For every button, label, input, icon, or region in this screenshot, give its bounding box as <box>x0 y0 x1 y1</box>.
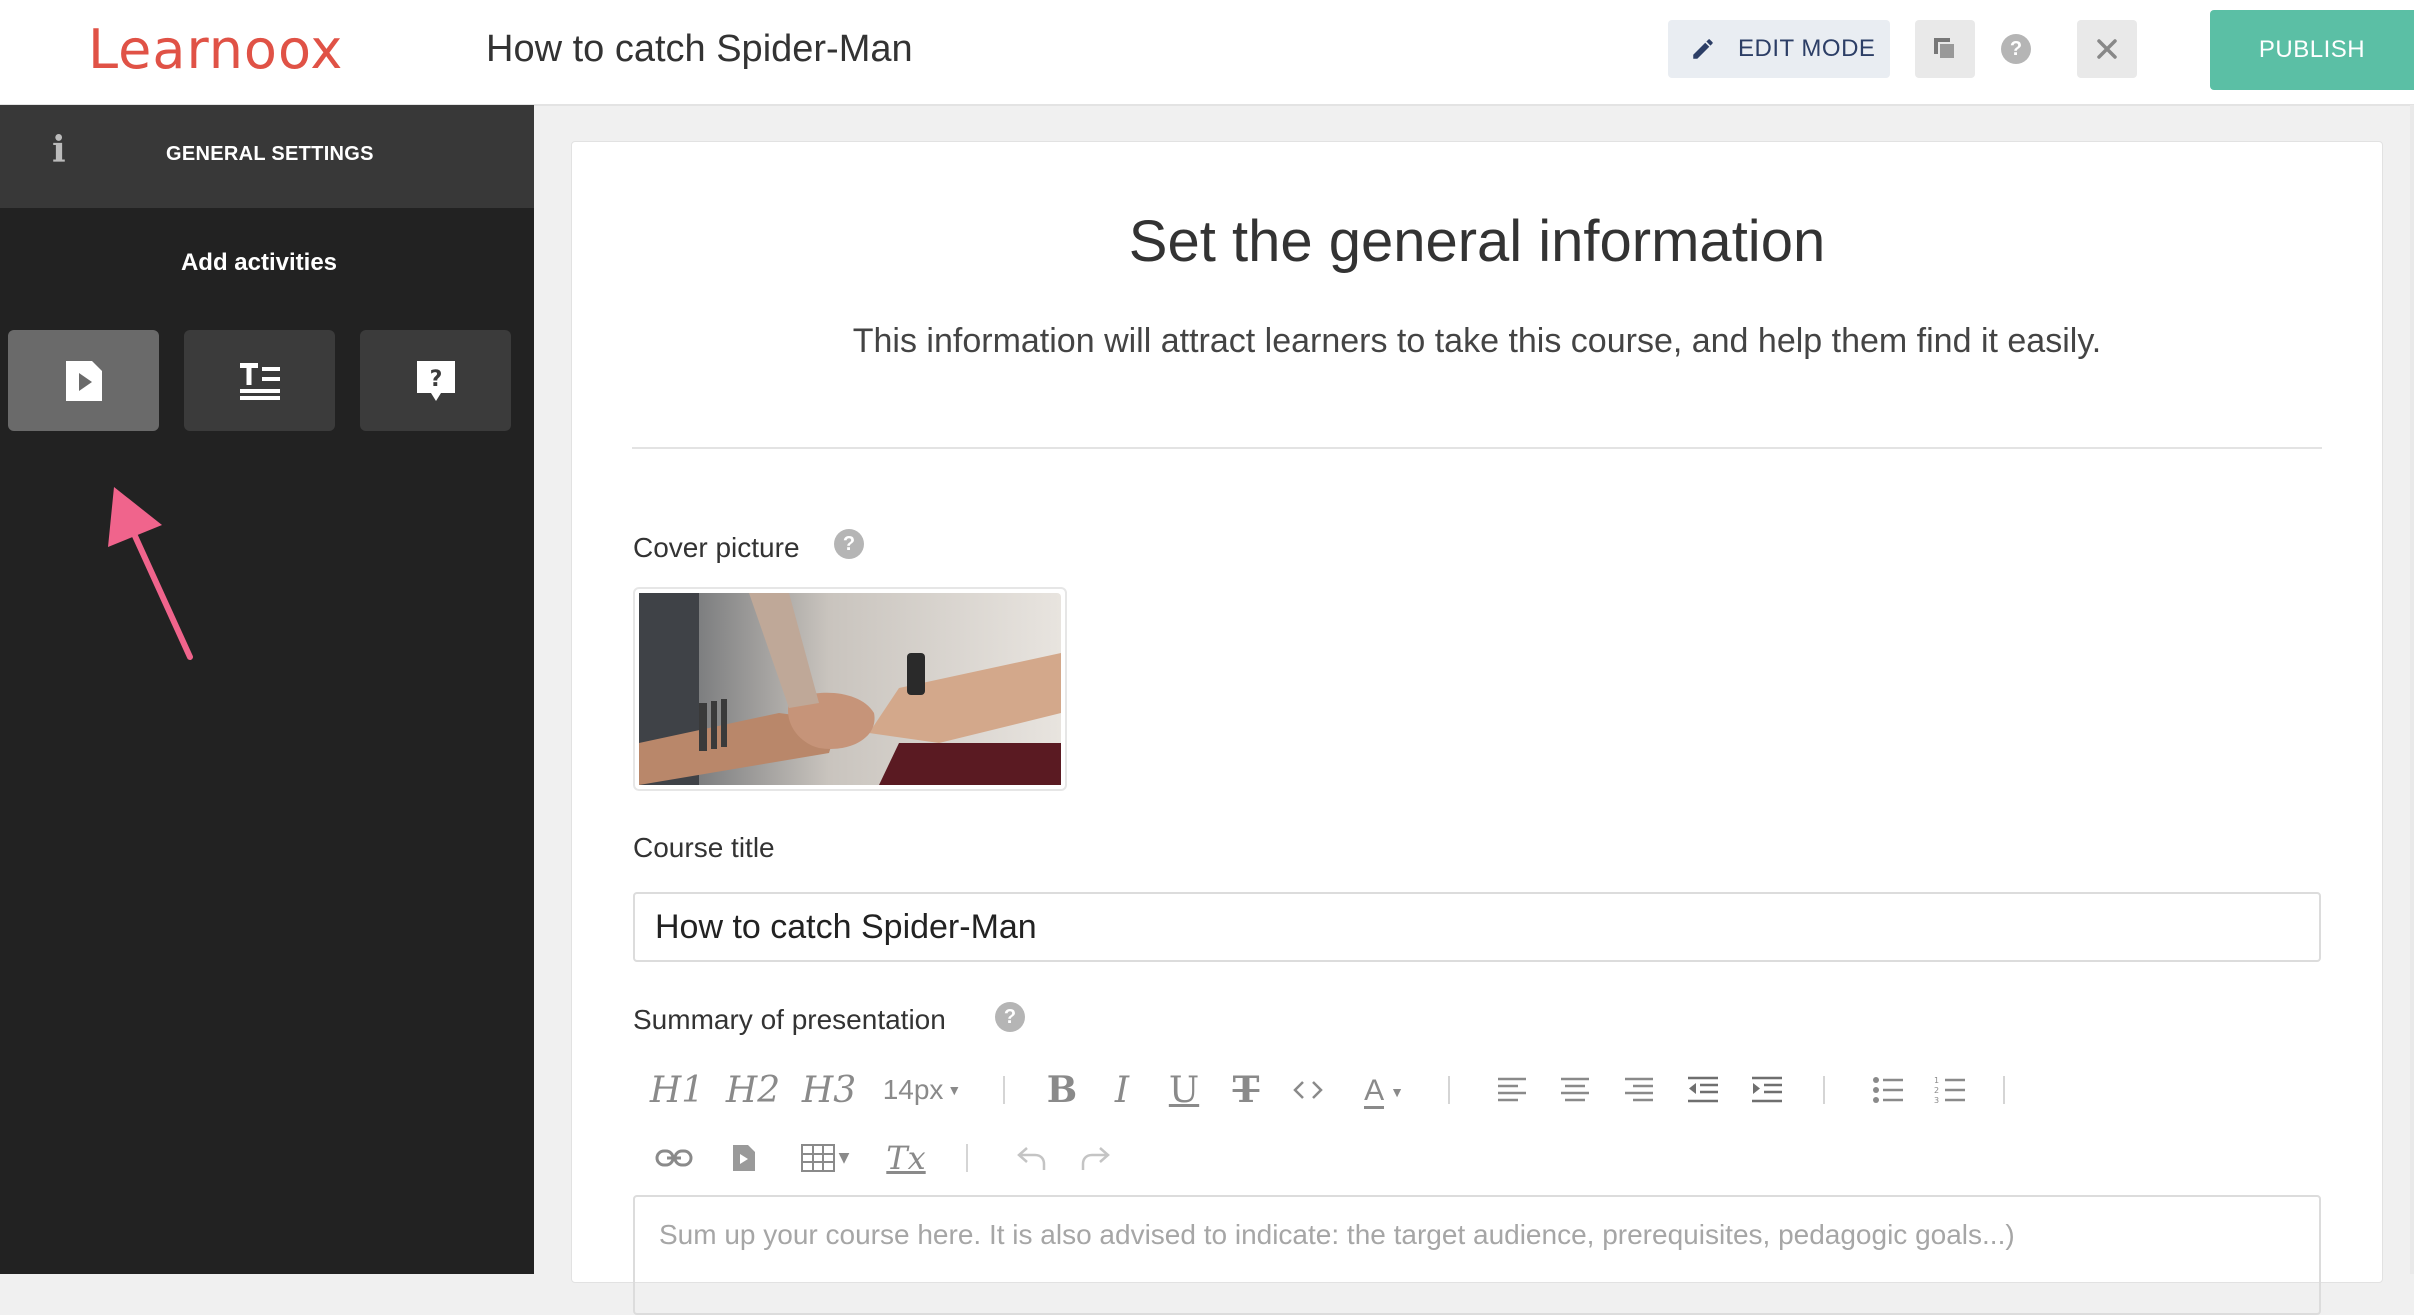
pointer-arrow <box>108 487 193 660</box>
numbered-list-button[interactable]: 123 <box>1930 1070 1970 1110</box>
logo[interactable]: Learnoox <box>88 18 343 81</box>
caret-down-icon: ▼ <box>838 1150 850 1166</box>
course-title-label: Course title <box>633 832 775 863</box>
edit-mode-button[interactable]: EDIT MODE <box>1668 20 1890 78</box>
strikethrough-label: T <box>1232 1069 1260 1111</box>
caret-down-icon: ▼ <box>947 1082 962 1098</box>
heading3-label: H3 <box>801 1069 857 1111</box>
code-icon <box>1293 1081 1323 1099</box>
italic-label: I <box>1114 1069 1130 1111</box>
clear-format-button[interactable]: Tx <box>880 1138 932 1178</box>
text-color-label: A <box>1364 1073 1385 1109</box>
heading1-button[interactable]: H1 <box>649 1069 705 1111</box>
page-subtitle: This information will attract learners t… <box>852 322 2102 360</box>
add-text-activity-button[interactable] <box>184 330 335 431</box>
course-name: How to catch Spider-Man <box>486 28 913 70</box>
indent-button[interactable] <box>1747 1070 1787 1110</box>
preview-icon <box>1934 38 1956 60</box>
add-video-activity-button[interactable] <box>8 330 159 431</box>
bold-label: B <box>1046 1069 1078 1111</box>
table-icon <box>800 1144 835 1172</box>
edit-mode-label: EDIT MODE <box>1738 35 1876 62</box>
cover-picture[interactable] <box>633 587 1067 791</box>
preview-button[interactable] <box>1915 20 1975 78</box>
align-left-icon <box>1498 1077 1526 1102</box>
toolbar-separator <box>966 1144 968 1172</box>
font-size-select[interactable]: 14px ▼ <box>877 1070 967 1110</box>
bullet-list-button[interactable] <box>1868 1070 1908 1110</box>
cover-help-icon[interactable]: ? <box>834 529 864 559</box>
svg-text:?: ? <box>429 367 442 392</box>
video-activity-icon <box>65 360 102 401</box>
redo-button[interactable] <box>1075 1138 1115 1178</box>
heading2-button[interactable]: H2 <box>725 1069 781 1111</box>
summary-help-icon[interactable]: ? <box>995 1002 1025 1032</box>
text-activity-icon <box>239 362 280 400</box>
page-title: Set the general information <box>1128 209 1826 274</box>
clear-format-label: Tx <box>886 1139 926 1177</box>
svg-text:3: 3 <box>1934 1096 1939 1104</box>
svg-text:2: 2 <box>1934 1086 1939 1095</box>
cover-image-icon <box>639 593 1061 785</box>
general-info-card: Set the general information This informa… <box>571 141 2383 1315</box>
undo-button[interactable] <box>1012 1138 1052 1178</box>
cover-picture-label: Cover picture <box>633 532 800 563</box>
summary-label: Summary of presentation <box>633 1004 946 1035</box>
divider <box>632 447 2322 449</box>
close-button[interactable] <box>2077 20 2137 78</box>
align-right-icon <box>1625 1077 1653 1102</box>
align-left-button[interactable] <box>1492 1070 1532 1110</box>
close-icon <box>2097 39 2117 59</box>
strikethrough-button[interactable]: T <box>1226 1069 1266 1111</box>
info-icon: i <box>52 129 66 171</box>
help-button[interactable]: ? <box>1986 20 2046 78</box>
redo-icon <box>1081 1147 1110 1170</box>
outdent-button[interactable] <box>1683 1070 1723 1110</box>
sidebar: i GENERAL SETTINGS Add activities ? <box>0 105 534 1274</box>
align-center-button[interactable] <box>1555 1070 1595 1110</box>
toolbar-separator <box>2003 1076 2005 1104</box>
underline-button[interactable]: U <box>1164 1069 1204 1111</box>
caret-down-icon: ▼ <box>1390 1084 1404 1100</box>
insert-video-button[interactable] <box>724 1138 764 1178</box>
toolbar-separator <box>1003 1076 1005 1104</box>
underline-label: U <box>1168 1069 1200 1111</box>
undo-icon <box>1017 1147 1046 1170</box>
outdent-icon <box>1688 1076 1718 1103</box>
bullet-list-icon <box>1873 1077 1903 1103</box>
summary-editor[interactable]: Sum up your course here. It is also advi… <box>633 1195 2321 1315</box>
numbered-list-icon: 123 <box>1934 1076 1965 1104</box>
code-button[interactable] <box>1288 1070 1328 1110</box>
italic-button[interactable]: I <box>1102 1069 1142 1111</box>
toolbar-separator <box>1448 1076 1450 1104</box>
quiz-activity-icon: ? <box>416 360 455 401</box>
text-color-button[interactable]: A ▼ <box>1352 1070 1416 1114</box>
summary-placeholder: Sum up your course here. It is also advi… <box>659 1219 2015 1250</box>
align-right-button[interactable] <box>1619 1070 1659 1110</box>
heading2-label: H2 <box>725 1069 781 1111</box>
add-activities-heading: Add activities <box>180 249 338 276</box>
course-title-input[interactable]: How to catch Spider-Man <box>633 892 2321 962</box>
toolbar-separator <box>1823 1076 1825 1104</box>
scrollbar[interactable] <box>2410 105 2414 1274</box>
align-center-icon <box>1561 1077 1589 1102</box>
font-size-value: 14px <box>882 1074 944 1105</box>
insert-table-button[interactable]: ▼ <box>794 1138 856 1178</box>
heading1-label: H1 <box>649 1069 705 1111</box>
top-bar: Learnoox How to catch Spider-Man EDIT MO… <box>0 0 2414 106</box>
heading3-button[interactable]: H3 <box>801 1069 857 1111</box>
add-quiz-activity-button[interactable]: ? <box>360 330 511 431</box>
help-icon: ? <box>2001 34 2031 64</box>
indent-icon <box>1752 1076 1782 1103</box>
link-icon <box>655 1149 693 1167</box>
bold-button[interactable]: B <box>1042 1069 1082 1111</box>
publish-button[interactable]: PUBLISH <box>2210 10 2414 90</box>
general-settings-item[interactable]: i GENERAL SETTINGS <box>0 105 534 208</box>
svg-text:1: 1 <box>1934 1076 1939 1085</box>
pencil-icon <box>1693 39 1713 59</box>
link-button[interactable] <box>652 1138 696 1178</box>
video-icon <box>733 1145 755 1171</box>
general-settings-label: GENERAL SETTINGS <box>166 143 374 165</box>
